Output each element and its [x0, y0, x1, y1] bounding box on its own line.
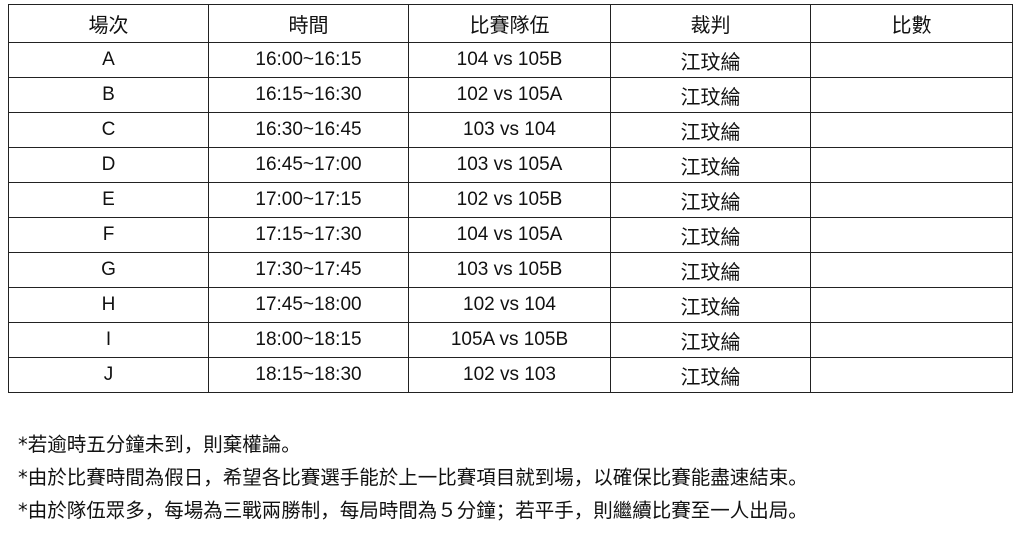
header-match: 比賽隊伍 — [408, 4, 611, 43]
table-row: A 16:00~16:15 104 vs 105B 江玟綸 — [8, 42, 1013, 78]
round-cell: C — [8, 112, 209, 148]
round-cell: E — [8, 182, 209, 218]
match-cell: 102 vs 105B — [408, 182, 611, 218]
match-cell: 105A vs 105B — [408, 322, 611, 358]
table-row: F 17:15~17:30 104 vs 105A 江玟綸 — [8, 217, 1013, 253]
score-cell[interactable] — [810, 322, 1013, 358]
table-row: E 17:00~17:15 102 vs 105B 江玟綸 — [8, 182, 1013, 218]
round-cell: A — [8, 42, 209, 78]
round-cell: G — [8, 252, 209, 288]
time-cell: 18:00~18:15 — [208, 322, 409, 358]
time-cell: 17:45~18:00 — [208, 287, 409, 323]
referee-cell: 江玟綸 — [610, 217, 811, 253]
time-cell: 16:45~17:00 — [208, 147, 409, 183]
referee-cell: 江玟綸 — [610, 147, 811, 183]
table-row: B 16:15~16:30 102 vs 105A 江玟綸 — [8, 77, 1013, 113]
time-cell: 17:00~17:15 — [208, 182, 409, 218]
table-row: I 18:00~18:15 105A vs 105B 江玟綸 — [8, 322, 1013, 358]
table-body: A 16:00~16:15 104 vs 105B 江玟綸 B 16:15~16… — [8, 42, 1013, 393]
header-round: 場次 — [8, 4, 209, 43]
referee-cell: 江玟綸 — [610, 357, 811, 393]
time-cell: 17:15~17:30 — [208, 217, 409, 253]
notes-section: *若逾時五分鐘未到，則棄權論。 *由於比賽時間為假日，希望各比賽選手能於上一比賽… — [18, 428, 808, 527]
referee-cell: 江玟綸 — [610, 112, 811, 148]
note-arrival-request: *由於比賽時間為假日，希望各比賽選手能於上一比賽項目就到場，以確保比賽能盡速結束… — [18, 466, 808, 489]
match-cell: 104 vs 105A — [408, 217, 611, 253]
match-cell: 103 vs 105B — [408, 252, 611, 288]
round-cell: D — [8, 147, 209, 183]
referee-cell: 江玟綸 — [610, 77, 811, 113]
match-cell: 103 vs 105A — [408, 147, 611, 183]
table-header: 場次 時間 比賽隊伍 裁判 比數 — [8, 4, 1013, 43]
round-cell: J — [8, 357, 209, 393]
note-match-format: *由於隊伍眾多，每場為三戰兩勝制，每局時間為５分鐘；若平手，則繼續比賽至一人出局… — [18, 499, 808, 522]
score-cell[interactable] — [810, 182, 1013, 218]
round-cell: I — [8, 322, 209, 358]
score-cell[interactable] — [810, 252, 1013, 288]
referee-cell: 江玟綸 — [610, 42, 811, 78]
header-row: 場次 時間 比賽隊伍 裁判 比數 — [8, 4, 1013, 43]
round-cell: B — [8, 77, 209, 113]
match-cell: 103 vs 104 — [408, 112, 611, 148]
match-cell: 102 vs 103 — [408, 357, 611, 393]
referee-cell: 江玟綸 — [610, 252, 811, 288]
match-cell: 102 vs 104 — [408, 287, 611, 323]
time-cell: 16:15~16:30 — [208, 77, 409, 113]
round-cell: H — [8, 287, 209, 323]
referee-cell: 江玟綸 — [610, 287, 811, 323]
score-cell[interactable] — [810, 112, 1013, 148]
match-cell: 102 vs 105A — [408, 77, 611, 113]
referee-cell: 江玟綸 — [610, 322, 811, 358]
header-time: 時間 — [208, 4, 409, 43]
referee-cell: 江玟綸 — [610, 182, 811, 218]
table-row: G 17:30~17:45 103 vs 105B 江玟綸 — [8, 252, 1013, 288]
score-cell[interactable] — [810, 287, 1013, 323]
score-cell[interactable] — [810, 42, 1013, 78]
table-row: C 16:30~16:45 103 vs 104 江玟綸 — [8, 112, 1013, 148]
time-cell: 17:30~17:45 — [208, 252, 409, 288]
header-score: 比數 — [810, 4, 1013, 43]
score-cell[interactable] — [810, 77, 1013, 113]
table-row: H 17:45~18:00 102 vs 104 江玟綸 — [8, 287, 1013, 323]
schedule-table: 場次 時間 比賽隊伍 裁判 比數 A 16:00~16:15 104 vs 10… — [8, 4, 1013, 393]
score-cell[interactable] — [810, 357, 1013, 393]
table-row: D 16:45~17:00 103 vs 105A 江玟綸 — [8, 147, 1013, 183]
time-cell: 16:30~16:45 — [208, 112, 409, 148]
note-forfeit-rule: *若逾時五分鐘未到，則棄權論。 — [18, 433, 301, 456]
match-cell: 104 vs 105B — [408, 42, 611, 78]
score-cell[interactable] — [810, 217, 1013, 253]
score-cell[interactable] — [810, 147, 1013, 183]
header-referee: 裁判 — [610, 4, 811, 43]
time-cell: 16:00~16:15 — [208, 42, 409, 78]
time-cell: 18:15~18:30 — [208, 357, 409, 393]
table-row: J 18:15~18:30 102 vs 103 江玟綸 — [8, 357, 1013, 393]
round-cell: F — [8, 217, 209, 253]
